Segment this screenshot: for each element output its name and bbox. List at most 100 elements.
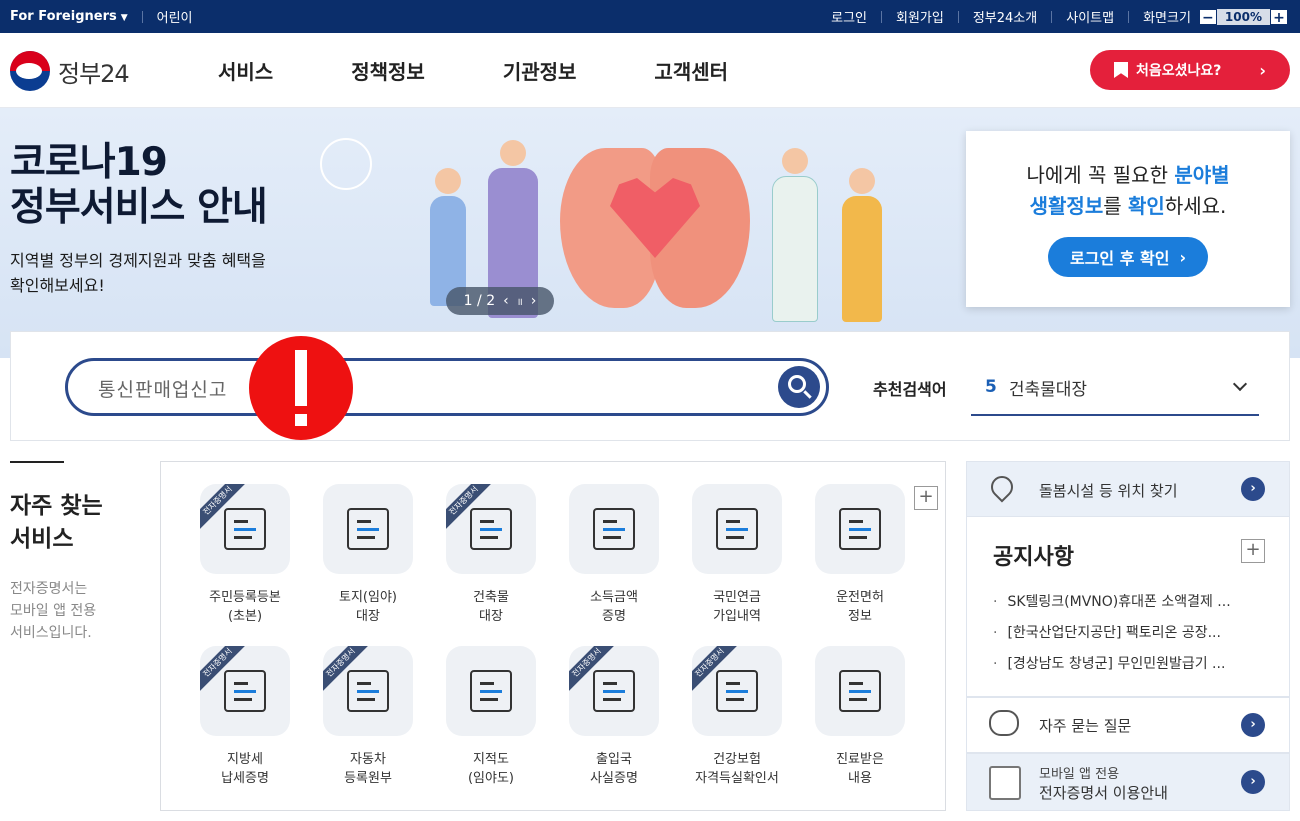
zoom-out-button[interactable]: − (1198, 8, 1217, 26)
service-health-insurance-certificate[interactable]: 전자증명서 건강보험 자격득실확인서 (675, 646, 799, 788)
service-local-tax-certificate[interactable]: 전자증명서 지방세 납세증명 (183, 646, 307, 788)
document-icon (839, 670, 881, 712)
recommend-label: 추천검색어 (873, 380, 947, 399)
first-visit-label: 처음오셨나요? (1136, 63, 1222, 79)
hero-banner: 코로나19 정부서비스 안내 지역별 정부의 경제지원과 맞춤 혜택을 확인해보… (0, 108, 1300, 358)
notice-item[interactable]: [경상남도 창녕군] 무인민원발급기 ... (993, 649, 1255, 680)
document-icon (347, 670, 389, 712)
nav-item-policy[interactable]: 정책정보 (351, 56, 425, 85)
caret-down-icon: ▼ (120, 13, 128, 23)
service-tile: 전자증명서 (569, 646, 659, 736)
divider (957, 10, 959, 23)
top-utility-bar: For Foreigners ▼ 어린이 로그인 회원가입 정부24소개 사이트맵… (0, 0, 1300, 33)
service-label: 지방세 납세증명 (221, 752, 269, 786)
service-label: 국민연금 가입내역 (713, 590, 761, 624)
hands-heart-illustration (560, 108, 750, 318)
service-tile: 전자증명서 (446, 484, 536, 574)
service-pension-history[interactable]: 국민연금 가입내역 (675, 484, 799, 626)
recommend-keyword-select[interactable]: 5 건축물대장 (971, 360, 1259, 416)
for-foreigners-link[interactable]: For Foreigners ▼ (10, 9, 128, 24)
document-icon (224, 508, 266, 550)
service-label: 토지(임야) 대장 (339, 590, 397, 624)
notice-item[interactable]: [한국산업단지공단] 팩토리온 공장... (993, 618, 1255, 649)
service-cadastral-map[interactable]: 지적도 (임야도) (429, 646, 553, 788)
faq-link[interactable]: 자주 묻는 질문 › (966, 697, 1290, 753)
pager-prev-button[interactable]: ‹ (503, 293, 509, 309)
document-icon (347, 508, 389, 550)
document-icon (839, 508, 881, 550)
nav-item-support[interactable]: 고객센터 (654, 56, 728, 85)
banner-subtitle-line2: 확인해보세요! (10, 276, 105, 295)
service-land-register[interactable]: 토지(임야) 대장 (306, 484, 430, 626)
more-notices-button[interactable]: + (1241, 539, 1265, 563)
promo-highlight: 분야별 (1174, 163, 1230, 187)
person-head (500, 140, 526, 166)
service-income-certificate[interactable]: 소득금액 증명 (552, 484, 676, 626)
zoom-control: − 100% + (1198, 8, 1288, 26)
service-immigration-certificate[interactable]: 전자증명서 출입국 사실증명 (552, 646, 676, 788)
kids-link[interactable]: 어린이 (157, 7, 193, 26)
banner-title-line2: 정부서비스 안내 (10, 185, 268, 230)
service-label: 진료받은 내용 (836, 752, 884, 786)
person-head (782, 148, 808, 174)
banner-title[interactable]: 코로나19 정부서비스 안내 (10, 140, 268, 230)
service-tile (569, 484, 659, 574)
first-visit-button[interactable]: 처음오셨나요? › (1090, 50, 1290, 90)
nav-item-service[interactable]: 서비스 (218, 56, 273, 85)
divider (1051, 10, 1053, 23)
arrow-right-icon: › (1241, 713, 1265, 737)
site-logo[interactable]: 정부24 (10, 51, 130, 91)
site-header: 정부24 서비스 정책정보 기관정보 고객센터 처음오셨나요? › (0, 33, 1300, 108)
service-label: 자동차 등록원부 (344, 752, 392, 786)
service-medical-records[interactable]: 진료받은 내용 (798, 646, 922, 788)
mobile-cert-guide[interactable]: 모바일 앱 전용 전자증명서 이용안내 › (966, 753, 1290, 811)
search-button[interactable] (778, 366, 820, 408)
login-check-button[interactable]: 로그인 후 확인 › (1047, 237, 1209, 277)
document-icon (593, 508, 635, 550)
promo-line1: 나에게 꼭 필요한 분야별 (966, 159, 1290, 188)
service-resident-registration[interactable]: 전자증명서 주민등록등본 (초본) (183, 484, 307, 626)
facility-locator[interactable]: 돌봄시설 등 위치 찾기 › (966, 461, 1290, 517)
divider (141, 10, 143, 23)
person-illustration (772, 176, 818, 322)
notice-panel: 공지사항 + SK텔링크(MVNO)휴대폰 소액결제 ... [한국산업단지공단… (966, 517, 1290, 697)
search-box (65, 358, 829, 416)
service-label: 지적도 (임야도) (467, 752, 515, 786)
signup-link[interactable]: 회원가입 (896, 7, 944, 26)
chevron-right-icon: › (1179, 247, 1187, 267)
document-icon (224, 670, 266, 712)
zoom-in-button[interactable]: + (1270, 8, 1288, 26)
location-pin-icon (986, 471, 1018, 503)
service-tile: 전자증명서 (323, 646, 413, 736)
login-link[interactable]: 로그인 (831, 7, 867, 26)
pager-pause-button[interactable]: ॥ (517, 294, 523, 308)
notice-title: 공지사항 (993, 545, 1074, 570)
service-building-register[interactable]: 전자증명서건축물 대장 (429, 484, 553, 626)
pager-text: 1 / 2 (463, 293, 496, 309)
mobile-line2: 전자증명서 이용안내 (1039, 784, 1168, 802)
service-tile (323, 484, 413, 574)
pager-next-button[interactable]: › (531, 293, 537, 309)
about-link[interactable]: 정부24소개 (973, 7, 1037, 26)
notice-item[interactable]: SK텔링크(MVNO)휴대폰 소액결제 ... (993, 587, 1255, 618)
nav-item-agency[interactable]: 기관정보 (503, 56, 577, 85)
person-head (849, 168, 875, 194)
lifestyle-info-promo: 나에게 꼭 필요한 분야별 생활정보를 확인하세요. 로그인 후 확인 › (966, 131, 1290, 307)
service-label: 운전면허 정보 (836, 590, 884, 624)
person-illustration (842, 196, 882, 322)
arrow-right-icon: › (1241, 770, 1265, 794)
bookmark-icon (1114, 62, 1128, 78)
document-icon (716, 670, 758, 712)
service-tile: 전자증명서 (200, 484, 290, 574)
promo-text: 를 (1103, 194, 1128, 218)
sun-illustration (320, 138, 372, 190)
service-driver-license[interactable]: 운전면허 정보 (798, 484, 922, 626)
logo-text: 정부24 (58, 59, 130, 88)
service-label: 소득금액 증명 (590, 590, 638, 624)
sitemap-link[interactable]: 사이트맵 (1066, 7, 1114, 26)
service-vehicle-register[interactable]: 전자증명서자동차 등록원부 (306, 646, 430, 788)
search-input[interactable] (98, 375, 698, 401)
search-panel: 추천검색어 5 건축물대장 (10, 331, 1290, 441)
service-label: 건축물 대장 (473, 590, 509, 624)
service-label: 건강보험 자격득실확인서 (695, 752, 779, 786)
